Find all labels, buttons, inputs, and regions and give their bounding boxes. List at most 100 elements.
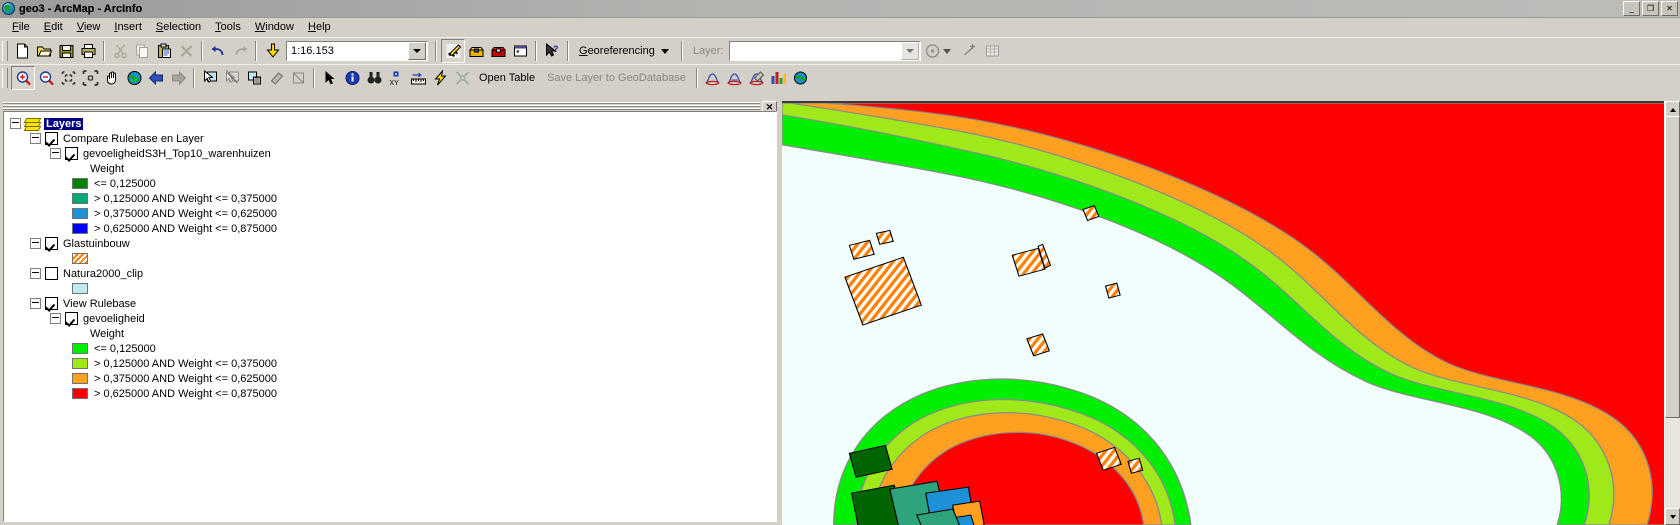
menu-tools[interactable]: Tools [208, 19, 248, 35]
menu-edit[interactable]: Edit [37, 19, 70, 35]
forward-extent-arrow-icon[interactable] [167, 67, 189, 89]
toc-legend-class[interactable]: > 0,625000 AND Weight <= 0,875000 [10, 386, 776, 401]
georeferencing-layer-combo[interactable] [729, 41, 922, 61]
expand-collapse-icon[interactable] [30, 238, 41, 249]
layer-visibility-checkbox[interactable] [45, 132, 58, 145]
fixed-zoom-out-icon[interactable] [79, 67, 101, 89]
menu-view[interactable]: View [70, 19, 108, 35]
publisher-icon[interactable] [790, 67, 812, 89]
toc-legend-class[interactable]: <= 0,125000 [10, 176, 776, 191]
maximize-button[interactable]: ❐ [1642, 1, 1659, 16]
expand-collapse-icon[interactable] [10, 118, 21, 129]
menu-selection[interactable]: Selection [149, 19, 208, 35]
find-binoculars-icon[interactable] [363, 67, 385, 89]
layer-visibility-checkbox[interactable] [65, 147, 78, 160]
select-features-icon[interactable] [199, 67, 221, 89]
cut-scissors-icon[interactable] [109, 40, 131, 62]
redo-arrow-icon[interactable] [229, 40, 251, 62]
whats-this-help-icon[interactable]: ? [541, 40, 563, 62]
toc-tree[interactable]: Layers Compare Rulebase en Layer gevoeli… [3, 111, 777, 522]
toc-layer-gevoeligheidS3H_Top10_warenhuizen[interactable]: gevoeligheidS3H_Top10_warenhuizen [10, 146, 776, 161]
fixed-zoom-in-icon[interactable] [57, 67, 79, 89]
layer-visibility-checkbox[interactable] [45, 267, 58, 280]
back-extent-arrow-icon[interactable] [145, 67, 167, 89]
go-to-xy-icon[interactable]: XY [385, 67, 407, 89]
delete-x-icon[interactable] [175, 40, 197, 62]
geostatistical-analyst-icon[interactable] [724, 67, 746, 89]
georeferencing-menu[interactable]: Georeferencing [573, 45, 661, 57]
save-icon[interactable] [55, 40, 77, 62]
pan-hand-icon[interactable] [101, 67, 123, 89]
rotate-icon[interactable] [921, 40, 943, 62]
identify-info-icon[interactable] [341, 67, 363, 89]
expand-collapse-icon[interactable] [50, 148, 61, 159]
toc-legend-class[interactable]: > 0,375000 AND Weight <= 0,625000 [10, 371, 776, 386]
scroll-thumb[interactable] [1665, 116, 1680, 418]
toc-legend-class[interactable]: > 0,125000 AND Weight <= 0,375000 [10, 356, 776, 371]
charts-icon[interactable] [768, 67, 790, 89]
expand-collapse-icon[interactable] [30, 298, 41, 309]
expand-collapse-icon[interactable] [30, 133, 41, 144]
eraser-icon[interactable] [265, 67, 287, 89]
zoom-in-icon[interactable] [11, 66, 35, 90]
expand-collapse-icon[interactable] [30, 268, 41, 279]
scroll-down-button[interactable] [1665, 508, 1680, 525]
expand-collapse-icon[interactable] [50, 313, 61, 324]
layer-visibility-checkbox[interactable] [45, 237, 58, 250]
html-popup-icon[interactable] [451, 67, 473, 89]
georeferencing-layer-dropdown-icon[interactable] [901, 42, 920, 60]
zoom-to-selected-icon[interactable] [287, 67, 309, 89]
copy-icon[interactable] [131, 40, 153, 62]
paste-clipboard-icon[interactable] [153, 40, 175, 62]
measure-icon[interactable] [407, 67, 429, 89]
save-layer-to-geodatabase-button[interactable]: Save Layer to GeoDatabase [541, 72, 692, 84]
menu-insert[interactable]: Insert [107, 19, 149, 35]
hyperlink-lightning-icon[interactable] [429, 67, 451, 89]
layer-visibility-checkbox[interactable] [65, 312, 78, 325]
zoom-out-icon[interactable] [35, 67, 57, 89]
add-control-points-icon[interactable] [959, 40, 981, 62]
arctoolbox-icon[interactable] [465, 40, 487, 62]
toc-group-compare-rulebase-en-layer[interactable]: Compare Rulebase en Layer [10, 131, 776, 146]
toc-layer-natura2000_clip[interactable]: Natura2000_clip [10, 266, 776, 281]
model-builder-icon[interactable] [487, 40, 509, 62]
menu-window[interactable]: Window [248, 19, 301, 35]
toc-root-layers[interactable]: Layers [10, 116, 776, 131]
toc-layer-gevoeligheid[interactable]: gevoeligheid [10, 311, 776, 326]
toc-legend-class[interactable]: > 0,375000 AND Weight <= 0,625000 [10, 206, 776, 221]
toc-legend-class[interactable]: <= 0,125000 [10, 341, 776, 356]
minimize-button[interactable]: _ [1623, 1, 1640, 16]
toc-layer-glastuinbouw[interactable]: Glastuinbouw [10, 236, 776, 251]
toc-group-view-rulebase[interactable]: View Rulebase [10, 296, 776, 311]
menu-help[interactable]: Help [301, 19, 338, 35]
toolbar-grip[interactable] [2, 41, 8, 61]
pointer-arrow-icon[interactable] [319, 67, 341, 89]
toc-legend-class[interactable]: > 0,625000 AND Weight <= 0,875000 [10, 221, 776, 236]
menu-file[interactable]: File [5, 19, 37, 35]
3d-analyst-icon[interactable] [746, 67, 768, 89]
rotate-dropdown-icon[interactable] [943, 48, 952, 54]
tools-toolbar-grip[interactable] [2, 68, 8, 88]
map-canvas[interactable] [782, 101, 1665, 525]
view-link-table-icon[interactable] [981, 40, 1003, 62]
open-folder-icon[interactable] [33, 40, 55, 62]
add-data-icon[interactable] [261, 40, 283, 62]
full-extent-globe-icon[interactable] [123, 67, 145, 89]
layer-visibility-checkbox[interactable] [45, 297, 58, 310]
map-scale-combo[interactable]: 1:16.153 [286, 41, 428, 61]
georeferencing-dropdown-icon[interactable] [660, 48, 669, 54]
open-table-button[interactable]: Open Table [473, 72, 541, 84]
command-line-icon[interactable] [509, 40, 531, 62]
map-vertical-scrollbar[interactable] [1664, 101, 1680, 525]
toc-legend-class[interactable]: > 0,125000 AND Weight <= 0,375000 [10, 191, 776, 206]
clear-selection-icon[interactable] [221, 67, 243, 89]
scroll-track[interactable] [1665, 116, 1680, 510]
editor-toolbar-icon[interactable] [441, 39, 465, 63]
undo-arrow-icon[interactable] [207, 40, 229, 62]
select-elements-icon[interactable] [243, 67, 265, 89]
close-button[interactable]: ✕ [1661, 1, 1678, 16]
print-icon[interactable] [77, 40, 99, 62]
map-scale-dropdown-icon[interactable] [408, 42, 426, 60]
new-document-icon[interactable] [11, 40, 33, 62]
spatial-analyst-icon[interactable] [702, 67, 724, 89]
